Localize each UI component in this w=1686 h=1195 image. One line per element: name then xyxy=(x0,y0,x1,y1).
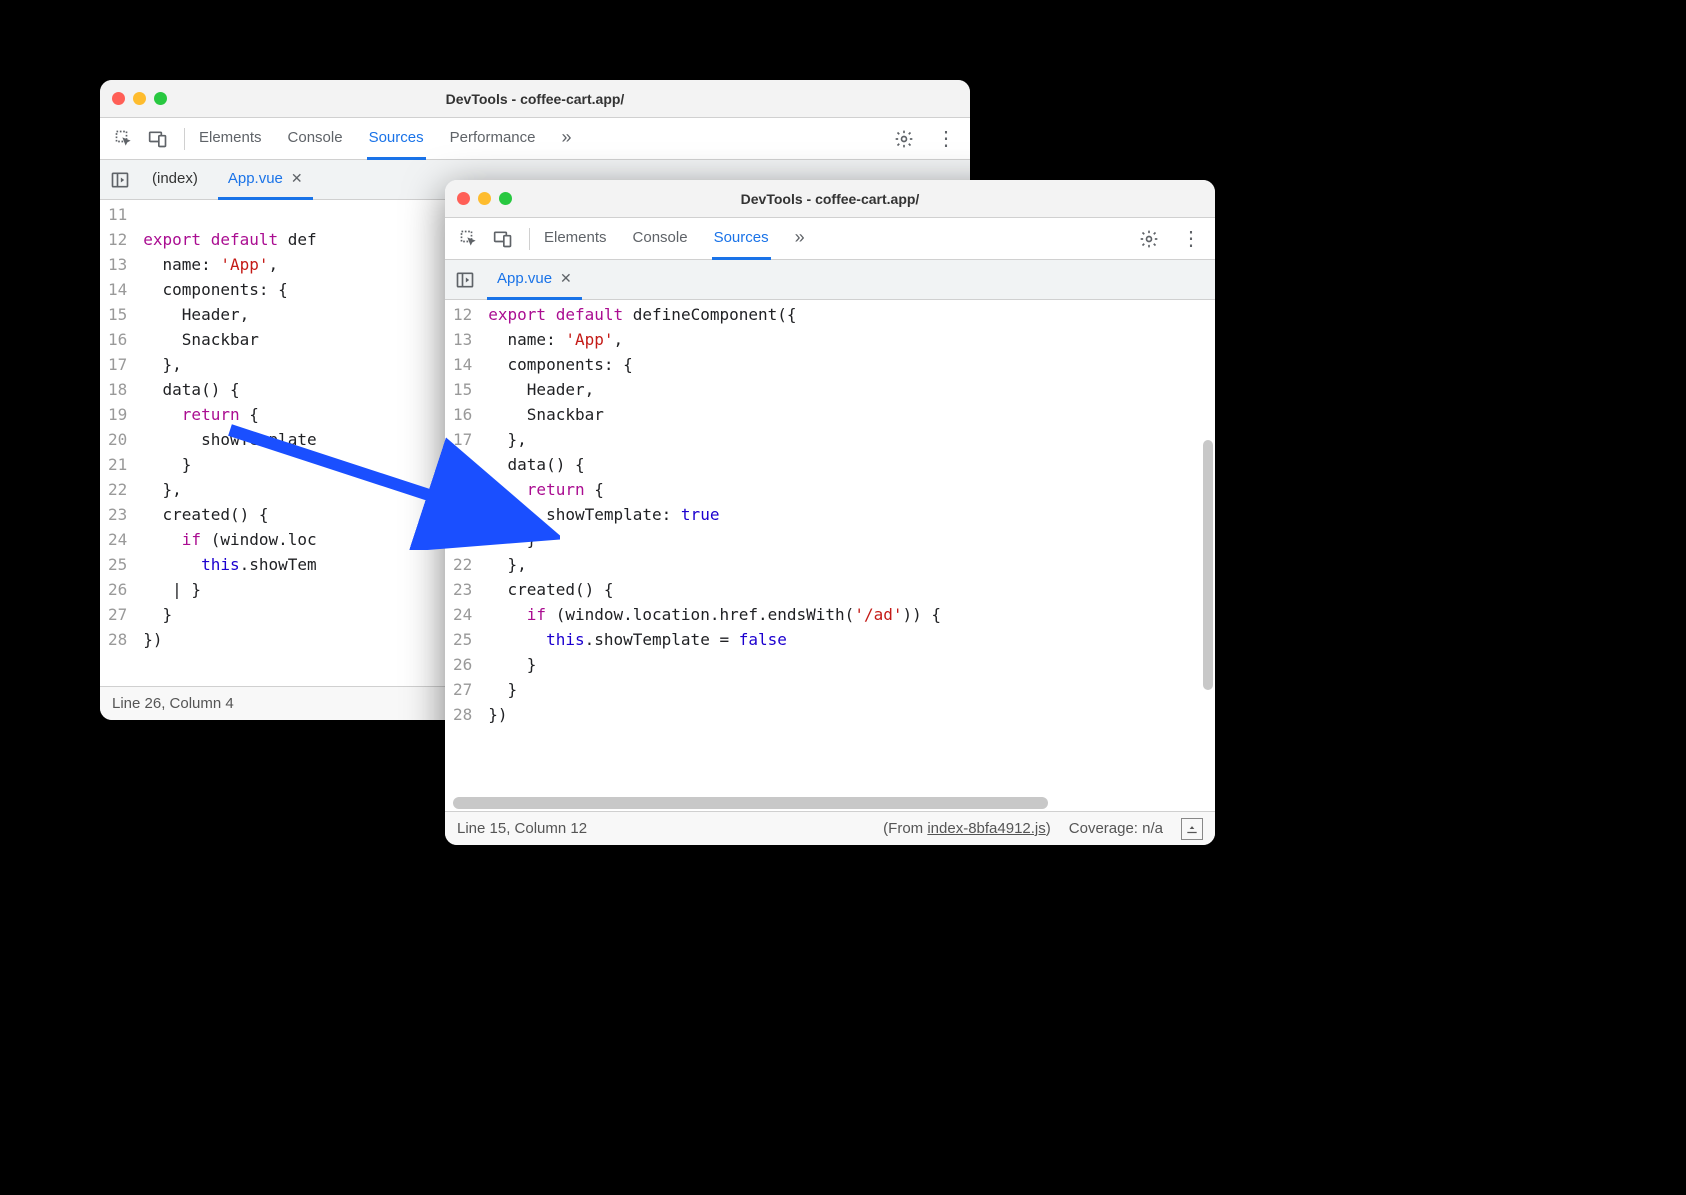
minimize-dot[interactable] xyxy=(133,92,146,105)
gear-icon[interactable] xyxy=(1135,225,1163,253)
navigator-toggle-icon[interactable] xyxy=(453,268,477,292)
file-tab-app-vue[interactable]: App.vue ✕ xyxy=(218,161,313,200)
source-mapped-from: (From index-8bfa4912.js) xyxy=(883,820,1051,837)
zoom-dot[interactable] xyxy=(154,92,167,105)
coverage-status: Coverage: n/a xyxy=(1069,820,1163,837)
tab-console[interactable]: Console xyxy=(631,219,690,260)
toolbar-right: ⋮ xyxy=(890,125,960,153)
scrollbar-thumb[interactable] xyxy=(453,797,1048,809)
devtools-toolbar: Elements Console Sources » ⋮ xyxy=(445,218,1215,260)
titlebar[interactable]: DevTools - coffee-cart.app/ xyxy=(445,180,1215,218)
file-tab-label: App.vue xyxy=(228,170,283,187)
tab-sources[interactable]: Sources xyxy=(367,119,426,160)
cursor-position: Line 15, Column 12 xyxy=(457,820,587,837)
file-tab-label: App.vue xyxy=(497,270,552,287)
file-tab-index[interactable]: (index) xyxy=(142,161,208,200)
minimize-dot[interactable] xyxy=(478,192,491,205)
traffic-lights xyxy=(112,92,167,105)
close-dot[interactable] xyxy=(112,92,125,105)
code-content[interactable]: export default defineComponent({ name: '… xyxy=(482,300,1215,811)
file-tab-app-vue[interactable]: App.vue ✕ xyxy=(487,261,582,300)
tabs-overflow-icon[interactable]: » xyxy=(559,119,573,160)
scrollbar-thumb[interactable] xyxy=(1203,440,1213,690)
panel-tabs: Elements Console Sources » xyxy=(542,218,1129,259)
divider xyxy=(184,128,185,150)
tab-elements[interactable]: Elements xyxy=(197,119,264,160)
zoom-dot[interactable] xyxy=(499,192,512,205)
drawer-toggle-icon[interactable] xyxy=(1181,818,1203,840)
window-title: DevTools - coffee-cart.app/ xyxy=(100,91,970,107)
tab-elements[interactable]: Elements xyxy=(542,219,609,260)
toolbar-right: ⋮ xyxy=(1135,225,1205,253)
gear-icon[interactable] xyxy=(890,125,918,153)
line-gutter: 111213141516171819202122232425262728 xyxy=(100,200,137,686)
inspect-icon[interactable] xyxy=(455,225,483,253)
close-icon[interactable]: ✕ xyxy=(291,170,303,187)
titlebar[interactable]: DevTools - coffee-cart.app/ xyxy=(100,80,970,118)
navigator-toggle-icon[interactable] xyxy=(108,168,132,192)
kebab-icon[interactable]: ⋮ xyxy=(1177,225,1205,253)
kebab-icon[interactable]: ⋮ xyxy=(932,125,960,153)
tabs-overflow-icon[interactable]: » xyxy=(793,219,807,260)
devtools-toolbar: Elements Console Sources Performance » ⋮ xyxy=(100,118,970,160)
file-tab-label: (index) xyxy=(152,170,198,187)
devtools-window-right: DevTools - coffee-cart.app/ Elements Con… xyxy=(445,180,1215,845)
vertical-scrollbar[interactable] xyxy=(1203,340,1213,801)
close-icon[interactable]: ✕ xyxy=(560,270,572,287)
line-gutter: 1213141516171819202122232425262728 xyxy=(445,300,482,811)
code-editor[interactable]: 1213141516171819202122232425262728 expor… xyxy=(445,300,1215,811)
file-tab-bar: App.vue ✕ xyxy=(445,260,1215,300)
divider xyxy=(529,228,530,250)
window-title: DevTools - coffee-cart.app/ xyxy=(445,191,1215,207)
panel-tabs: Elements Console Sources Performance » xyxy=(197,118,884,159)
status-bar: Line 15, Column 12 (From index-8bfa4912.… xyxy=(445,811,1215,845)
tab-performance[interactable]: Performance xyxy=(448,119,538,160)
device-toolbar-icon[interactable] xyxy=(144,125,172,153)
horizontal-scrollbar[interactable] xyxy=(453,797,1197,809)
close-dot[interactable] xyxy=(457,192,470,205)
inspect-icon[interactable] xyxy=(110,125,138,153)
cursor-position: Line 26, Column 4 xyxy=(112,695,234,712)
device-toolbar-icon[interactable] xyxy=(489,225,517,253)
tab-console[interactable]: Console xyxy=(286,119,345,160)
traffic-lights xyxy=(457,192,512,205)
source-map-link[interactable]: index-8bfa4912.js xyxy=(927,820,1045,837)
tab-sources[interactable]: Sources xyxy=(712,219,771,260)
